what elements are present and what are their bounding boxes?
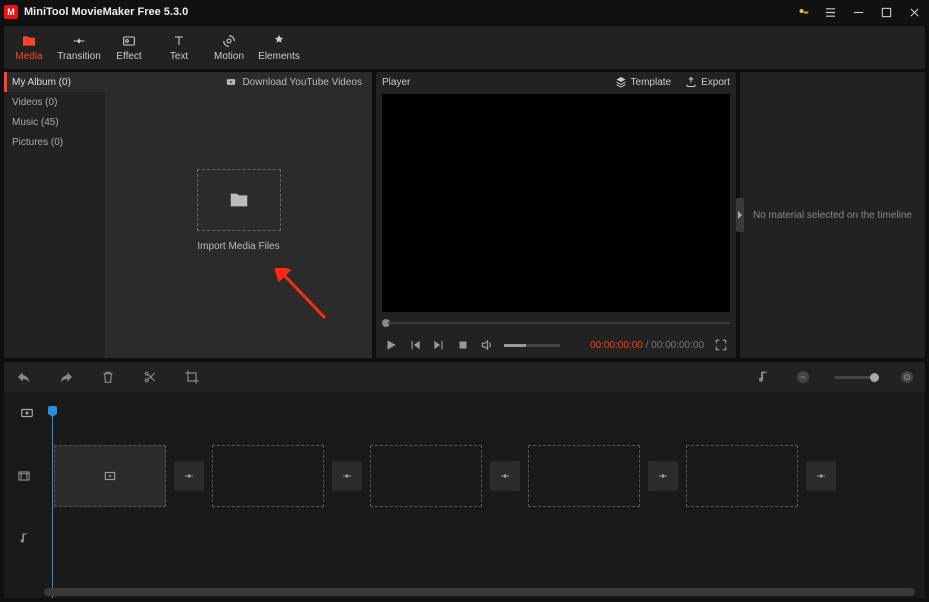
clip-placeholder[interactable] [370,445,482,507]
redo-icon[interactable] [58,369,74,385]
clip-placeholder[interactable] [212,445,324,507]
audio-track-icon [4,510,44,566]
sidebar-item-music[interactable]: Music (45) [4,112,105,132]
clip-placeholder[interactable] [54,445,166,507]
tab-text[interactable]: Text [154,26,204,69]
sidebar-item-album[interactable]: My Album (0) [4,72,105,92]
timecode: 00:00:00:00 / 00:00:00:00 [590,340,704,351]
export-label: Export [701,77,730,88]
export-button[interactable]: Export [685,76,730,88]
tab-label: Motion [214,51,244,62]
tab-effect[interactable]: Effect [104,26,154,69]
transition-slot[interactable] [490,461,520,491]
split-icon[interactable] [142,369,158,385]
import-media-button[interactable] [197,169,281,231]
sidebar-item-videos[interactable]: Videos (0) [4,92,105,112]
app-title: MiniTool MovieMaker Free 5.3.0 [24,6,188,18]
delete-icon[interactable] [100,369,116,385]
clip-placeholder[interactable] [528,445,640,507]
zoom-out-icon[interactable]: − [797,371,809,383]
zoom-fit-icon[interactable]: ⊙ [901,371,913,383]
transition-slot[interactable] [806,461,836,491]
tab-label: Text [170,51,188,62]
clip-placeholder[interactable] [686,445,798,507]
tab-label: Elements [258,51,300,62]
sidebar-item-pictures[interactable]: Pictures (0) [4,132,105,152]
player-scrubber[interactable] [382,320,730,326]
video-track-icon [4,442,44,510]
prev-frame-icon[interactable] [408,338,422,352]
tab-label: Effect [116,51,141,62]
transition-slot[interactable] [174,461,204,491]
tab-elements[interactable]: Elements [254,26,304,69]
template-label: Template [631,77,672,88]
collapse-handle[interactable] [736,198,744,232]
tab-media[interactable]: Media [4,26,54,69]
template-button[interactable]: Template [615,76,672,88]
key-icon[interactable] [795,3,813,21]
undo-icon[interactable] [16,369,32,385]
tab-label: Media [15,51,42,62]
tab-motion[interactable]: Motion [204,26,254,69]
stop-icon[interactable] [456,338,470,352]
play-icon[interactable] [384,338,398,352]
transition-slot[interactable] [332,461,362,491]
tab-transition[interactable]: Transition [54,26,104,69]
minimize-icon[interactable] [847,2,869,22]
zoom-slider[interactable] [835,376,875,379]
arrow-annotation [275,268,335,328]
volume-slider[interactable] [504,344,560,347]
transition-slot[interactable] [648,461,678,491]
timeline-scrollbar[interactable] [44,588,915,596]
download-youtube-link[interactable]: Download YouTube Videos [105,72,372,92]
tab-label: Transition [57,51,101,62]
close-icon[interactable] [903,2,925,22]
player-label: Player [382,77,410,88]
import-label: Import Media Files [197,241,279,252]
menu-icon[interactable] [819,2,841,22]
volume-icon[interactable] [480,338,494,352]
audio-icon[interactable] [755,369,771,385]
download-label: Download YouTube Videos [242,77,362,88]
fullscreen-icon[interactable] [714,338,728,352]
inspector-empty: No material selected on the timeline [753,210,912,221]
crop-icon[interactable] [184,369,200,385]
player-viewport[interactable] [382,94,730,312]
next-frame-icon[interactable] [432,338,446,352]
maximize-icon[interactable] [875,2,897,22]
app-logo: M [4,5,18,19]
